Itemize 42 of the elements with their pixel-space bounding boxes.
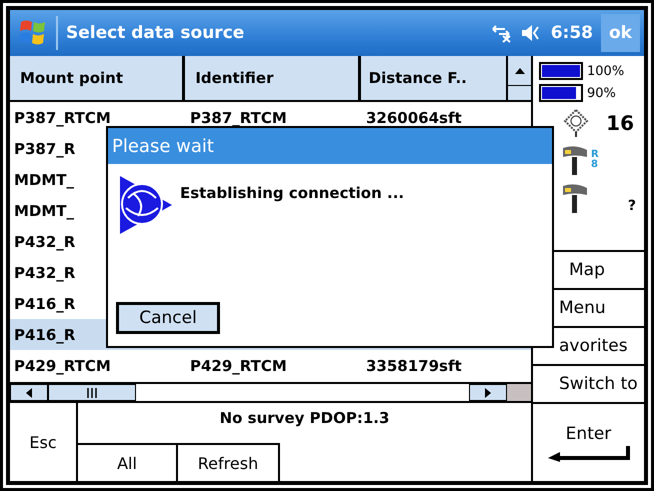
- scroll-thumb[interactable]: [48, 384, 136, 401]
- grip-icon: [87, 388, 97, 398]
- scroll-left-button[interactable]: [10, 384, 48, 401]
- enter-arrow-icon: [548, 446, 630, 462]
- battery-reading: 90%: [587, 86, 616, 100]
- status-text: No survey PDOP:1.3: [218, 408, 390, 427]
- filter-button[interactable]: Refresh: [178, 443, 280, 481]
- receiver-icon: [563, 144, 587, 176]
- scrollbar-corner: [507, 384, 531, 401]
- battery-icon: [539, 84, 583, 102]
- filter-button[interactable]: All: [76, 443, 178, 481]
- column-header[interactable]: Mount point: [10, 56, 186, 100]
- table-row[interactable]: P429_RTCM P429_RTCM 3358179sft: [10, 350, 531, 381]
- table-cell: 3358179sft: [366, 357, 462, 375]
- receiver-icon: [563, 182, 587, 214]
- horizontal-scrollbar[interactable]: [10, 382, 531, 403]
- table-cell: P432_R: [14, 264, 76, 282]
- table-cell: P416_R: [14, 326, 76, 344]
- left-arrow-icon: [25, 386, 33, 398]
- table-cell: P387_RTCM: [14, 109, 111, 127]
- table-cell: 3260064sft: [366, 109, 462, 127]
- up-arrow-icon: [514, 66, 526, 74]
- column-header[interactable]: Identifier: [185, 56, 361, 100]
- receiver-label: ?: [628, 198, 637, 214]
- table-cell: P432_R: [14, 233, 76, 251]
- column-header[interactable]: Distance F..: [360, 56, 506, 100]
- scroll-right-button[interactable]: [469, 384, 507, 401]
- table-cell: P429_RTCM: [190, 357, 287, 375]
- battery-icon: [539, 62, 583, 80]
- table-cell: P387_RTCM: [190, 109, 287, 127]
- satellite-icon: [563, 108, 589, 138]
- window-title: Select data source: [66, 23, 246, 43]
- satellite-count: 16: [606, 111, 635, 135]
- receiver-label: R8: [591, 150, 599, 170]
- cancel-button[interactable]: Cancel: [116, 302, 220, 334]
- dialog-title: Please wait: [108, 128, 552, 164]
- right-arrow-icon: [484, 386, 492, 398]
- battery-reading: 100%: [587, 64, 624, 78]
- table-cell: P429_RTCM: [14, 357, 111, 375]
- connectivity-icon[interactable]: [490, 23, 513, 43]
- dialog-message: Establishing connection ...: [180, 183, 404, 202]
- clock[interactable]: 6:58: [550, 23, 593, 43]
